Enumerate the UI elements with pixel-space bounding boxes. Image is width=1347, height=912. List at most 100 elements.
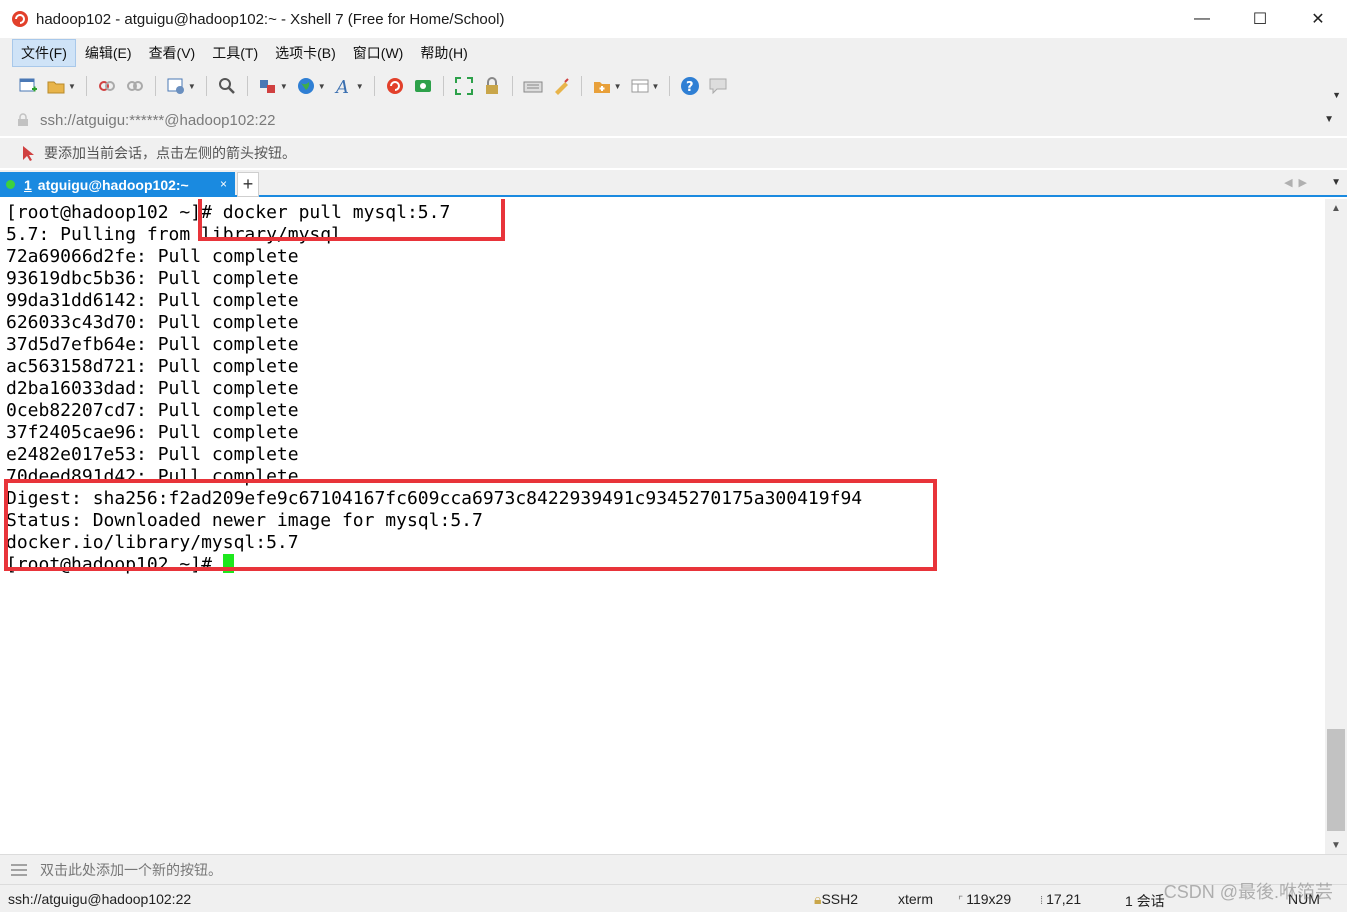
terminal-line: 70deed891d42: Pull complete (6, 466, 299, 487)
session-hint-bar: 要添加当前会话，点击左侧的箭头按钮。 (0, 138, 1347, 168)
address-dropdown-icon[interactable]: ▼ (1324, 114, 1334, 125)
status-sessions: 1 会话 (1125, 893, 1165, 909)
terminal-line: d2ba16033dad: Pull complete (6, 378, 299, 399)
minimize-button[interactable]: — (1173, 0, 1231, 38)
terminal-line: e2482e017e53: Pull complete (6, 444, 299, 465)
svg-text:A: A (334, 77, 349, 96)
tab-session-1[interactable]: 1 atguigu@hadoop102:~ × (0, 172, 235, 197)
resize-icon: ⌜ (958, 895, 967, 907)
keyboard-icon[interactable] (522, 75, 544, 97)
tab-label: 1 atguigu@hadoop102:~ (24, 176, 189, 193)
terminal-line: ac563158d721: Pull complete (6, 356, 299, 377)
toolbar: ▼ ▼ ▼ ▼ A ▼ ▼ ▼ ? ▼ (0, 68, 1347, 104)
menu-tools[interactable]: 工具(T) (204, 40, 266, 66)
terminal-line: Status: Downloaded newer image for mysql… (6, 510, 483, 531)
quick-bar-hint: 双击此处添加一个新的按钮。 (40, 861, 222, 878)
lock-icon (18, 113, 28, 126)
status-protocol: 🔒︎SSH2 (814, 891, 859, 907)
toolbar-separator (580, 76, 582, 96)
lock-icon[interactable] (481, 75, 503, 97)
close-button[interactable]: ✕ (1289, 0, 1347, 38)
terminal-line: Digest: sha256:f2ad209efe9c67104167fc609… (6, 488, 863, 509)
font-dropdown-icon[interactable]: ▼ (356, 82, 364, 91)
terminal-line: 0ceb82207cd7: Pull complete (6, 400, 299, 421)
menu-lines-icon[interactable] (10, 863, 28, 877)
status-bar: ssh://atguigu@hadoop102:22 🔒︎SSH2 xterm … (0, 884, 1347, 912)
terminal-line: 37f2405cae96: Pull complete (6, 422, 299, 443)
terminal-line: [root@hadoop102 ~]# docker pull mysql:5.… (6, 202, 451, 223)
status-size: ⌜ 119x29 (958, 891, 1012, 907)
toolbar-separator (246, 76, 248, 96)
open-folder-icon[interactable] (45, 75, 67, 97)
tab-strip: 1 atguigu@hadoop102:~ × + ◀▶ ▼ (0, 170, 1347, 197)
session-dropdown-icon[interactable]: ▼ (614, 82, 622, 91)
watermark: CSDN @最後.咻箔芸 (1163, 882, 1333, 902)
terminal-cursor (222, 554, 234, 573)
menu-tabs[interactable]: 选项卡(B) (267, 40, 344, 66)
toolbar-separator (373, 76, 375, 96)
new-session-icon[interactable] (17, 75, 39, 97)
find-icon[interactable] (216, 75, 238, 97)
fullscreen-icon[interactable] (453, 75, 475, 97)
quick-command-bar[interactable]: 双击此处添加一个新的按钮。 (0, 854, 1347, 884)
address-field[interactable]: ssh://atguigu:******@hadoop102:22 ▼ (12, 107, 1340, 133)
chat-icon[interactable] (707, 75, 729, 97)
menu-edit[interactable]: 编辑(E) (77, 40, 140, 66)
terminal-scrollbar[interactable]: ▲ ▼ (1325, 199, 1347, 854)
session-folder-icon[interactable] (591, 75, 613, 97)
tab-list-dropdown-icon[interactable]: ▼ (1331, 177, 1341, 188)
xshell-icon[interactable] (384, 75, 406, 97)
globe-dropdown-icon[interactable]: ▼ (318, 82, 326, 91)
font-icon[interactable]: A (333, 75, 355, 97)
status-terminal-type: xterm (898, 891, 933, 907)
terminal-line: 93619dbc5b36: Pull complete (6, 268, 299, 289)
terminal-prompt-line: [root@hadoop102 ~]# (6, 554, 234, 576)
xftp-icon[interactable] (412, 75, 434, 97)
menu-window[interactable]: 窗口(W) (345, 40, 412, 66)
scroll-up-icon[interactable]: ▲ (1325, 199, 1347, 217)
reconnect-icon[interactable] (124, 75, 146, 97)
add-session-arrow-icon[interactable] (20, 144, 38, 162)
layout-icon[interactable] (629, 75, 651, 97)
menu-help[interactable]: 帮助(H) (412, 40, 475, 66)
scrollbar-thumb[interactable] (1327, 729, 1345, 831)
transfer-dropdown-icon[interactable]: ▼ (280, 82, 288, 91)
toolbar-separator (442, 76, 444, 96)
toolbar-separator (669, 76, 671, 96)
status-cursor-pos: ⁞ 17,21 (1040, 891, 1082, 907)
address-bar: ssh://atguigu:******@hadoop102:22 ▼ (0, 104, 1347, 136)
globe-icon[interactable] (295, 75, 317, 97)
menu-bar: 文件(F) 编辑(E) 查看(V) 工具(T) 选项卡(B) 窗口(W) 帮助(… (0, 38, 1347, 68)
window-title: hadoop102 - atguigu@hadoop102:~ - Xshell… (36, 10, 505, 28)
properties-dropdown-icon[interactable]: ▼ (188, 82, 196, 91)
scroll-down-icon[interactable]: ▼ (1325, 836, 1347, 854)
transfer-icon[interactable] (257, 75, 279, 97)
maximize-button[interactable]: ☐ (1231, 0, 1289, 38)
terminal[interactable]: [root@hadoop102 ~]# docker pull mysql:5.… (0, 199, 1325, 854)
title-bar: hadoop102 - atguigu@hadoop102:~ - Xshell… (0, 0, 1347, 38)
address-value: ssh://atguigu:******@hadoop102:22 (40, 111, 276, 129)
toolbar-separator (511, 76, 513, 96)
terminal-line: docker.io/library/mysql:5.7 (6, 532, 299, 553)
terminal-line: 626033c43d70: Pull complete (6, 312, 299, 333)
toolbar-separator (154, 76, 156, 96)
highlight-icon[interactable] (550, 75, 572, 97)
connected-status-icon (6, 180, 15, 189)
toolbar-separator (205, 76, 207, 96)
properties-icon[interactable] (165, 75, 187, 97)
disconnect-icon[interactable] (96, 75, 118, 97)
help-icon[interactable]: ? (679, 75, 701, 97)
toolbar-overflow-icon[interactable]: ▼ (1332, 90, 1341, 100)
toolbar-separator (85, 76, 87, 96)
tab-scroll-arrows-icon[interactable]: ◀▶ (1284, 176, 1313, 189)
menu-file[interactable]: 文件(F) (12, 39, 76, 67)
add-tab-button[interactable]: + (237, 172, 259, 197)
menu-view[interactable]: 查看(V) (141, 40, 204, 66)
layout-dropdown-icon[interactable]: ▼ (652, 82, 660, 91)
tab-close-icon[interactable]: × (220, 177, 227, 191)
open-dropdown-icon[interactable]: ▼ (68, 82, 76, 91)
hint-text: 要添加当前会话，点击左侧的箭头按钮。 (44, 145, 296, 161)
svg-text:?: ? (686, 80, 694, 95)
terminal-line: 5.7: Pulling from library/mysql (6, 224, 342, 245)
status-connection: ssh://atguigu@hadoop102:22 (8, 891, 192, 907)
